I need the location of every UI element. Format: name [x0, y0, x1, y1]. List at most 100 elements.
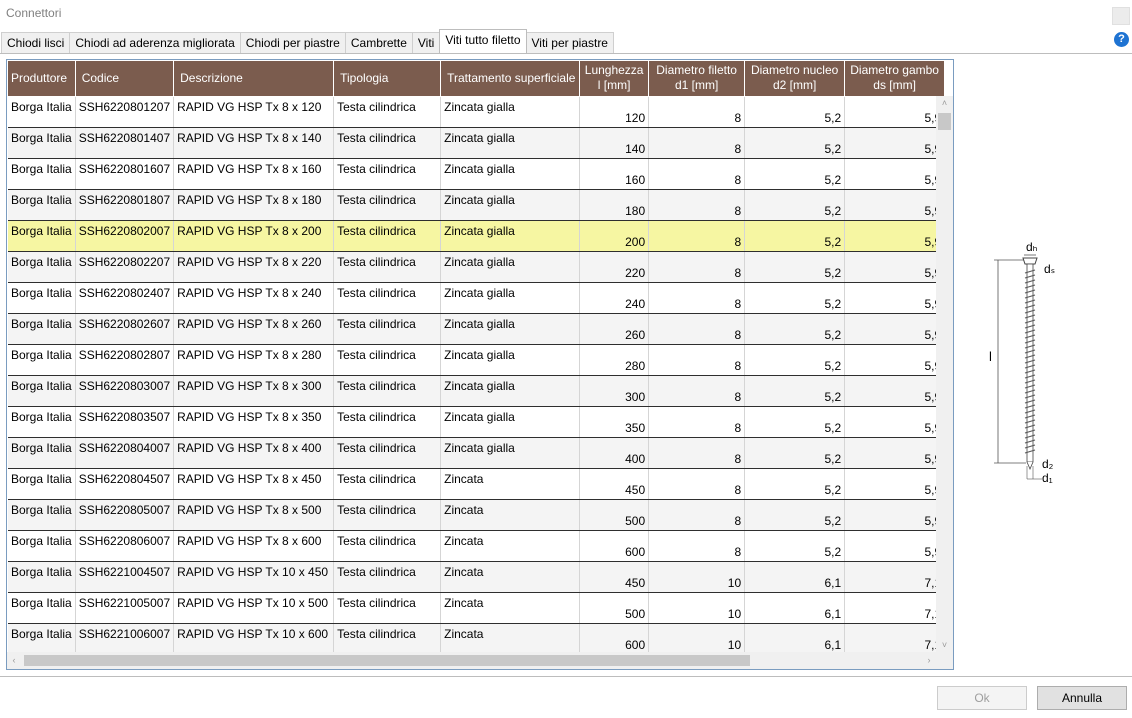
scroll-left-icon[interactable]: ‹	[7, 652, 21, 669]
cell-codice[interactable]: SSH6220803507	[75, 406, 175, 438]
cell-descrizione[interactable]: RAPID VG HSP Tx 8 x 220	[173, 251, 335, 283]
cell-diametro-filetto[interactable]: 10	[648, 623, 746, 655]
table-row[interactable]: Borga Italia SSH6220802807 RAPID VG HSP Tx…	[8, 344, 946, 376]
cell-diametro-filetto[interactable]: 8	[648, 282, 746, 314]
cell-trattamento[interactable]: Zincata	[440, 468, 581, 500]
cell-lunghezza[interactable]: 450	[579, 468, 650, 500]
cell-descrizione[interactable]: RAPID VG HSP Tx 8 x 240	[173, 282, 335, 314]
cell-codice[interactable]: SSH6221005007	[75, 592, 175, 624]
cell-produttore[interactable]: Borga Italia	[8, 561, 76, 593]
cell-tipologia[interactable]: Testa cilindrica	[333, 344, 442, 376]
table-row[interactable]: Borga Italia SSH6220802007 RAPID VG HSP Tx…	[8, 220, 946, 252]
cell-tipologia[interactable]: Testa cilindrica	[333, 468, 442, 500]
cell-lunghezza[interactable]: 120	[579, 96, 650, 128]
cell-trattamento[interactable]: Zincata gialla	[440, 375, 581, 407]
cell-trattamento[interactable]: Zincata	[440, 592, 581, 624]
cell-diametro-gambo[interactable]: 5,9	[844, 282, 946, 314]
tab-cambrette[interactable]: Cambrette	[344, 32, 413, 53]
table-row[interactable]: Borga Italia SSH6220805007 RAPID VG HSP Tx…	[8, 499, 946, 531]
cell-codice[interactable]: SSH6220801807	[75, 189, 175, 221]
cell-descrizione[interactable]: RAPID VG HSP Tx 8 x 350	[173, 406, 335, 438]
cell-trattamento[interactable]: Zincata gialla	[440, 189, 581, 221]
tab-viti-tutto-filetto[interactable]: Viti tutto filetto	[439, 29, 527, 53]
cell-produttore[interactable]: Borga Italia	[8, 313, 76, 345]
cell-descrizione[interactable]: RAPID VG HSP Tx 10 x 500	[173, 592, 335, 624]
table-row[interactable]: Borga Italia SSH6220804507 RAPID VG HSP Tx…	[8, 468, 946, 500]
cell-tipologia[interactable]: Testa cilindrica	[333, 282, 442, 314]
cell-descrizione[interactable]: RAPID VG HSP Tx 8 x 260	[173, 313, 335, 345]
tab-viti-piastre[interactable]: Viti per piastre	[525, 32, 614, 53]
tab-chiodi-piastre[interactable]: Chiodi per piastre	[239, 32, 346, 53]
cell-diametro-nucleo[interactable]: 6,1	[744, 623, 846, 655]
cell-lunghezza[interactable]: 280	[579, 344, 650, 376]
cell-descrizione[interactable]: RAPID VG HSP Tx 8 x 500	[173, 499, 335, 531]
cell-codice[interactable]: SSH6220802207	[75, 251, 175, 283]
cell-lunghezza[interactable]: 160	[579, 158, 650, 190]
cell-diametro-gambo[interactable]: 5,9	[844, 468, 946, 500]
horizontal-scroll-thumb[interactable]	[24, 655, 750, 666]
cell-produttore[interactable]: Borga Italia	[8, 623, 76, 655]
cell-lunghezza[interactable]: 240	[579, 282, 650, 314]
cell-codice[interactable]: SSH6220802407	[75, 282, 175, 314]
cell-diametro-gambo[interactable]: 5,9	[844, 158, 946, 190]
cell-codice[interactable]: SSH6220802607	[75, 313, 175, 345]
cell-codice[interactable]: SSH6221004507	[75, 561, 175, 593]
cell-diametro-filetto[interactable]: 8	[648, 127, 746, 159]
cell-diametro-gambo[interactable]: 5,9	[844, 437, 946, 469]
cell-diametro-filetto[interactable]: 8	[648, 406, 746, 438]
cell-trattamento[interactable]: Zincata	[440, 561, 581, 593]
cell-diametro-filetto[interactable]: 8	[648, 375, 746, 407]
vertical-scroll-thumb[interactable]	[938, 113, 951, 130]
cell-diametro-nucleo[interactable]: 5,2	[744, 499, 846, 531]
cancel-button[interactable]: Annulla	[1037, 686, 1127, 710]
table-row[interactable]: Borga Italia SSH6220801807 RAPID VG HSP Tx…	[8, 189, 946, 221]
cell-tipologia[interactable]: Testa cilindrica	[333, 158, 442, 190]
cell-trattamento[interactable]: Zincata gialla	[440, 344, 581, 376]
cell-codice[interactable]: SSH6220805007	[75, 499, 175, 531]
cell-descrizione[interactable]: RAPID VG HSP Tx 8 x 160	[173, 158, 335, 190]
cell-diametro-gambo[interactable]: 7,1	[844, 623, 946, 655]
cell-lunghezza[interactable]: 220	[579, 251, 650, 283]
cell-diametro-nucleo[interactable]: 5,2	[744, 282, 846, 314]
cell-lunghezza[interactable]: 300	[579, 375, 650, 407]
cell-diametro-gambo[interactable]: 7,1	[844, 561, 946, 593]
cell-trattamento[interactable]: Zincata gialla	[440, 220, 581, 252]
cell-tipologia[interactable]: Testa cilindrica	[333, 220, 442, 252]
question-icon[interactable]: ?	[1114, 32, 1129, 47]
cell-trattamento[interactable]: Zincata gialla	[440, 158, 581, 190]
cell-diametro-filetto[interactable]: 8	[648, 189, 746, 221]
cell-descrizione[interactable]: RAPID VG HSP Tx 8 x 120	[173, 96, 335, 128]
cell-diametro-nucleo[interactable]: 5,2	[744, 158, 846, 190]
cell-produttore[interactable]: Borga Italia	[8, 499, 76, 531]
cell-codice[interactable]: SSH6220806007	[75, 530, 175, 562]
cell-trattamento[interactable]: Zincata gialla	[440, 313, 581, 345]
cell-tipologia[interactable]: Testa cilindrica	[333, 406, 442, 438]
cell-diametro-gambo[interactable]: 5,9	[844, 499, 946, 531]
cell-codice[interactable]: SSH6220802807	[75, 344, 175, 376]
cell-lunghezza[interactable]: 400	[579, 437, 650, 469]
cell-diametro-filetto[interactable]: 8	[648, 158, 746, 190]
header-tipologia[interactable]: Tipologia	[333, 61, 442, 97]
cell-lunghezza[interactable]: 500	[579, 499, 650, 531]
cell-trattamento[interactable]: Zincata gialla	[440, 127, 581, 159]
cell-tipologia[interactable]: Testa cilindrica	[333, 561, 442, 593]
cell-diametro-filetto[interactable]: 10	[648, 561, 746, 593]
horizontal-scrollbar[interactable]: ‹ ›	[7, 652, 936, 669]
cell-lunghezza[interactable]: 140	[579, 127, 650, 159]
cell-codice[interactable]: SSH6220802007	[75, 220, 175, 252]
cell-descrizione[interactable]: RAPID VG HSP Tx 8 x 450	[173, 468, 335, 500]
cell-diametro-filetto[interactable]: 10	[648, 592, 746, 624]
cell-trattamento[interactable]: Zincata gialla	[440, 406, 581, 438]
table-row[interactable]: Borga Italia SSH6221006007 RAPID VG HSP Tx…	[8, 623, 946, 655]
cell-produttore[interactable]: Borga Italia	[8, 375, 76, 407]
cell-diametro-gambo[interactable]: 5,9	[844, 127, 946, 159]
table-row[interactable]: Borga Italia SSH6220801407 RAPID VG HSP Tx…	[8, 127, 946, 159]
table-row[interactable]: Borga Italia SSH6221004507 RAPID VG HSP Tx…	[8, 561, 946, 593]
cell-codice[interactable]: SSH6220801407	[75, 127, 175, 159]
cell-trattamento[interactable]: Zincata gialla	[440, 282, 581, 314]
cell-descrizione[interactable]: RAPID VG HSP Tx 8 x 180	[173, 189, 335, 221]
cell-lunghezza[interactable]: 600	[579, 623, 650, 655]
cell-diametro-nucleo[interactable]: 5,2	[744, 530, 846, 562]
cell-codice[interactable]: SSH6220804007	[75, 437, 175, 469]
cell-produttore[interactable]: Borga Italia	[8, 127, 76, 159]
